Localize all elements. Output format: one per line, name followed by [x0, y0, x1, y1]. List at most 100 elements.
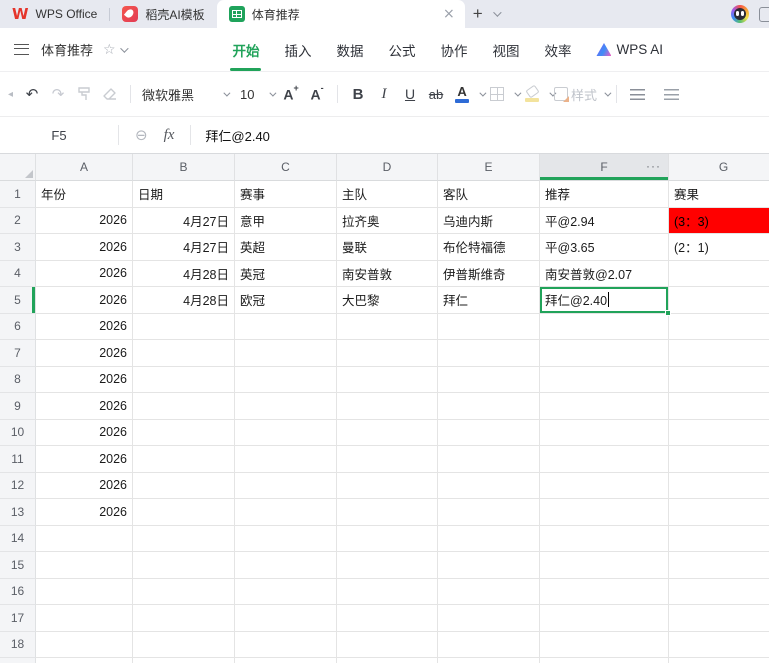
cell-E11[interactable]: [438, 446, 540, 473]
cell-D7[interactable]: [337, 340, 438, 367]
zoom-out-icon[interactable]: ⊖: [135, 126, 148, 144]
format-painter-button[interactable]: [71, 81, 97, 107]
undo-button[interactable]: ↶: [19, 81, 45, 107]
collapse-toolbar-icon[interactable]: ◂: [8, 89, 13, 100]
cell-G7[interactable]: [669, 340, 769, 367]
cell-A17[interactable]: [36, 605, 133, 632]
ribbon-tab-view[interactable]: 视图: [492, 40, 519, 60]
bold-button[interactable]: B: [345, 81, 371, 107]
cell-C10[interactable]: [235, 419, 337, 446]
col-header-C[interactable]: C: [235, 154, 337, 181]
cell-G18[interactable]: [669, 632, 769, 658]
cell-A14[interactable]: [36, 525, 133, 552]
ribbon-tab-insert[interactable]: 插入: [284, 40, 311, 60]
row-header-18[interactable]: 18: [0, 631, 36, 658]
cell-E2[interactable]: 乌迪内斯: [438, 207, 540, 234]
cell-B11[interactable]: [133, 446, 235, 473]
tab-docer-templates[interactable]: 稻壳AI模板: [110, 0, 216, 28]
cell-A16[interactable]: [36, 578, 133, 605]
cell-D10[interactable]: [337, 419, 438, 446]
cell-C3[interactable]: 英超: [235, 234, 337, 261]
cell-A15[interactable]: [36, 552, 133, 579]
row-header-19[interactable]: 19: [0, 658, 36, 663]
ribbon-tab-home[interactable]: 开始: [230, 40, 262, 71]
cell-B6[interactable]: [133, 313, 235, 340]
cell-B15[interactable]: [133, 552, 235, 579]
cell-G14[interactable]: [669, 526, 769, 552]
cell-D18[interactable]: [337, 631, 438, 658]
decrease-font-button[interactable]: A-: [304, 81, 330, 107]
tab-sports-recommend[interactable]: 体育推荐 ×: [216, 0, 465, 28]
cell-C7[interactable]: [235, 340, 337, 367]
cell-B14[interactable]: [133, 525, 235, 552]
italic-button[interactable]: I: [371, 81, 397, 107]
cell-B16[interactable]: [133, 578, 235, 605]
cell-A4[interactable]: 2026: [36, 260, 133, 287]
row-header-9[interactable]: 9: [0, 393, 36, 420]
cell-D9[interactable]: [337, 393, 438, 420]
cell-B17[interactable]: [133, 605, 235, 632]
cell-G19[interactable]: [669, 658, 769, 663]
cell-F5[interactable]: 拜仁@2.40: [540, 287, 671, 316]
row-header-15[interactable]: 15: [0, 552, 36, 579]
cell-B9[interactable]: [133, 393, 235, 420]
row-header-16[interactable]: 16: [0, 578, 36, 605]
cell-G9[interactable]: [669, 393, 769, 420]
ribbon-tab-collaborate[interactable]: 协作: [440, 40, 467, 60]
clipped-window-icon[interactable]: [759, 6, 769, 22]
ribbon-tab-wps-ai[interactable]: WPS AI: [596, 42, 663, 57]
cell-D19[interactable]: [337, 658, 438, 663]
cell-B3[interactable]: 4月27日: [133, 234, 235, 261]
cell-A2[interactable]: 2026: [36, 207, 133, 234]
row-header-17[interactable]: 17: [0, 605, 36, 632]
cell-F3[interactable]: 平@3.65: [540, 234, 669, 261]
cell-C8[interactable]: [235, 366, 337, 393]
cell-D4[interactable]: 南安普敦: [337, 260, 438, 287]
cell-A1[interactable]: 年份: [36, 181, 133, 208]
cell-A3[interactable]: 2026: [36, 234, 133, 261]
cell-C5[interactable]: 欧冠: [235, 287, 337, 314]
cell-F10[interactable]: [540, 419, 669, 446]
row-header-12[interactable]: 12: [0, 472, 36, 499]
cell-D13[interactable]: [337, 499, 438, 526]
cell-A10[interactable]: 2026: [36, 419, 133, 446]
cell-F13[interactable]: [540, 499, 669, 526]
cell-F9[interactable]: [540, 393, 669, 420]
cell-E19[interactable]: [438, 658, 540, 663]
cell-E15[interactable]: [438, 552, 540, 579]
cell-F18[interactable]: [540, 631, 669, 658]
cell-A7[interactable]: 2026: [36, 340, 133, 367]
cell-F14[interactable]: [540, 525, 669, 552]
cell-E16[interactable]: [438, 578, 540, 605]
cell-G8[interactable]: [669, 367, 769, 393]
cell-G11[interactable]: [669, 446, 769, 473]
cell-G15[interactable]: [669, 552, 769, 579]
row-header-8[interactable]: 8: [0, 366, 36, 393]
cell-C11[interactable]: [235, 446, 337, 473]
cell-D8[interactable]: [337, 366, 438, 393]
cell-D5[interactable]: 大巴黎: [337, 287, 438, 314]
cell-F4[interactable]: 南安普敦@2.07: [540, 260, 669, 287]
underline-button[interactable]: U: [397, 81, 423, 107]
ribbon-tab-formula[interactable]: 公式: [388, 40, 415, 60]
borders-button[interactable]: [484, 81, 510, 107]
cell-F15[interactable]: [540, 552, 669, 579]
row-header-7[interactable]: 7: [0, 340, 36, 367]
row-header-13[interactable]: 13: [0, 499, 36, 526]
cell-D15[interactable]: [337, 552, 438, 579]
cell-F2[interactable]: 平@2.94: [540, 207, 669, 234]
cell-C9[interactable]: [235, 393, 337, 420]
insert-function-fx-button[interactable]: fx: [164, 127, 175, 144]
cell-D17[interactable]: [337, 605, 438, 632]
row-header-10[interactable]: 10: [0, 419, 36, 446]
row-header-5[interactable]: 5: [0, 287, 36, 314]
cell-C12[interactable]: [235, 472, 337, 499]
cell-E7[interactable]: [438, 340, 540, 367]
row-header-1[interactable]: 1: [0, 181, 36, 208]
cell-D16[interactable]: [337, 578, 438, 605]
fill-handle[interactable]: [665, 309, 671, 316]
ai-assistant-orb-icon[interactable]: [731, 5, 749, 23]
cell-G5[interactable]: [669, 287, 769, 314]
cell-B12[interactable]: [133, 472, 235, 499]
row-header-2[interactable]: 2: [0, 207, 36, 234]
